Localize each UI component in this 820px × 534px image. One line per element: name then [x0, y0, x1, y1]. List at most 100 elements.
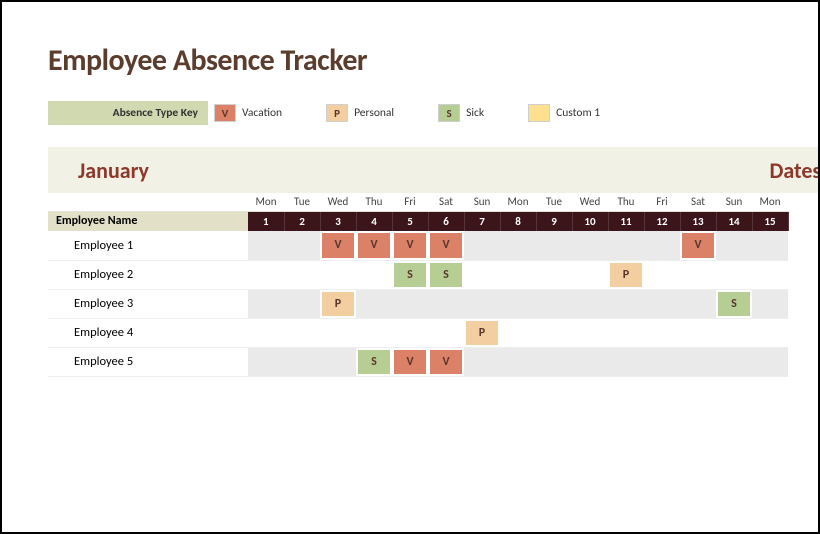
absence-cell[interactable]: [608, 318, 644, 347]
month-name: January: [78, 157, 149, 184]
absence-key-label: Vacation: [242, 106, 310, 120]
table-row: Employee 1VVVVV: [48, 231, 788, 260]
absence-cell[interactable]: [392, 289, 428, 318]
weekday-header: Fri: [644, 193, 680, 211]
table-row: Employee 5SVV: [48, 347, 788, 376]
absence-key-swatch: [528, 104, 550, 122]
weekday-header: Mon: [248, 193, 284, 211]
absence-cell[interactable]: [536, 231, 572, 260]
absence-cell[interactable]: [608, 289, 644, 318]
absence-cell[interactable]: [500, 231, 536, 260]
absence-cell[interactable]: S: [392, 260, 428, 289]
absence-cell[interactable]: [248, 260, 284, 289]
absence-cell[interactable]: [500, 260, 536, 289]
weekday-header: Fri: [392, 193, 428, 211]
absence-mark: V: [394, 233, 426, 258]
absence-cell[interactable]: S: [716, 289, 752, 318]
weekday-header: Mon: [752, 193, 788, 211]
absence-cell[interactable]: [320, 260, 356, 289]
absence-cell[interactable]: [356, 318, 392, 347]
absence-cell[interactable]: [428, 289, 464, 318]
absence-cell[interactable]: [572, 318, 608, 347]
absence-cell[interactable]: [284, 347, 320, 376]
absence-cell[interactable]: [716, 347, 752, 376]
absence-cell[interactable]: [680, 318, 716, 347]
employee-name-cell: Employee 4: [48, 318, 248, 347]
absence-cell[interactable]: P: [464, 318, 500, 347]
absence-cell[interactable]: V: [392, 347, 428, 376]
absence-cell[interactable]: P: [320, 289, 356, 318]
absence-cell[interactable]: [464, 347, 500, 376]
absence-cell[interactable]: [428, 318, 464, 347]
absence-mark: S: [718, 292, 750, 316]
absence-cell[interactable]: [500, 289, 536, 318]
absence-cell[interactable]: [248, 318, 284, 347]
absence-cell[interactable]: [248, 347, 284, 376]
weekday-header: Tue: [536, 193, 572, 211]
absence-cell[interactable]: [464, 289, 500, 318]
absence-key-label: Custom 1: [556, 106, 628, 120]
absence-cell[interactable]: V: [392, 231, 428, 260]
absence-cell[interactable]: [752, 231, 788, 260]
absence-cell[interactable]: [284, 260, 320, 289]
absence-cell[interactable]: [680, 289, 716, 318]
table-row: Employee 4 P: [48, 318, 788, 347]
absence-cell[interactable]: [752, 318, 788, 347]
absence-cell[interactable]: [572, 289, 608, 318]
absence-cell[interactable]: [356, 260, 392, 289]
absence-cell[interactable]: [608, 347, 644, 376]
absence-cell[interactable]: [680, 260, 716, 289]
absence-cell[interactable]: [644, 318, 680, 347]
absence-cell[interactable]: [644, 347, 680, 376]
absence-cell[interactable]: [572, 231, 608, 260]
absence-key-header: Absence Type Key: [48, 101, 208, 125]
absence-cell[interactable]: [644, 260, 680, 289]
absence-cell[interactable]: [716, 260, 752, 289]
absence-cell[interactable]: [500, 318, 536, 347]
absence-cell[interactable]: V: [320, 231, 356, 260]
absence-cell[interactable]: [464, 260, 500, 289]
weekday-header: Tue: [284, 193, 320, 211]
absence-cell[interactable]: S: [356, 347, 392, 376]
absence-cell[interactable]: V: [356, 231, 392, 260]
absence-cell[interactable]: [284, 318, 320, 347]
absence-cell[interactable]: [644, 231, 680, 260]
absence-mark: V: [430, 233, 462, 258]
absence-cell[interactable]: [464, 231, 500, 260]
absence-cell[interactable]: V: [680, 231, 716, 260]
absence-cell[interactable]: [752, 289, 788, 318]
absence-cell[interactable]: [752, 347, 788, 376]
absence-cell[interactable]: [716, 231, 752, 260]
absence-cell[interactable]: [356, 289, 392, 318]
absence-cell[interactable]: [500, 347, 536, 376]
absence-cell[interactable]: [752, 260, 788, 289]
absence-cell[interactable]: [320, 347, 356, 376]
absence-cell[interactable]: [392, 318, 428, 347]
absence-cell[interactable]: [572, 260, 608, 289]
absence-key-swatch: P: [326, 104, 348, 122]
absence-cell[interactable]: S: [428, 260, 464, 289]
employee-name-cell: Employee 1: [48, 231, 248, 260]
absence-cell[interactable]: P: [608, 260, 644, 289]
absence-cell[interactable]: [536, 318, 572, 347]
absence-cell[interactable]: [320, 318, 356, 347]
absence-table: MonTueWedThuFriSatSunMonTueWedThuFriSatS…: [48, 193, 789, 377]
absence-cell[interactable]: [536, 289, 572, 318]
absence-cell[interactable]: [608, 231, 644, 260]
weekday-header: Sun: [464, 193, 500, 211]
absence-cell[interactable]: [248, 289, 284, 318]
weekday-header: Mon: [500, 193, 536, 211]
absence-cell[interactable]: [536, 347, 572, 376]
absence-cell[interactable]: [248, 231, 284, 260]
absence-cell[interactable]: [284, 289, 320, 318]
absence-cell[interactable]: V: [428, 231, 464, 260]
absence-key-row: Absence Type Key VVacationPPersonalSSick…: [48, 101, 818, 125]
absence-cell[interactable]: [716, 318, 752, 347]
absence-cell[interactable]: [284, 231, 320, 260]
absence-cell[interactable]: [644, 289, 680, 318]
absence-cell[interactable]: [680, 347, 716, 376]
absence-cell[interactable]: [536, 260, 572, 289]
absence-cell[interactable]: [572, 347, 608, 376]
absence-cell[interactable]: V: [428, 347, 464, 376]
daynum-header: 11: [608, 211, 644, 231]
